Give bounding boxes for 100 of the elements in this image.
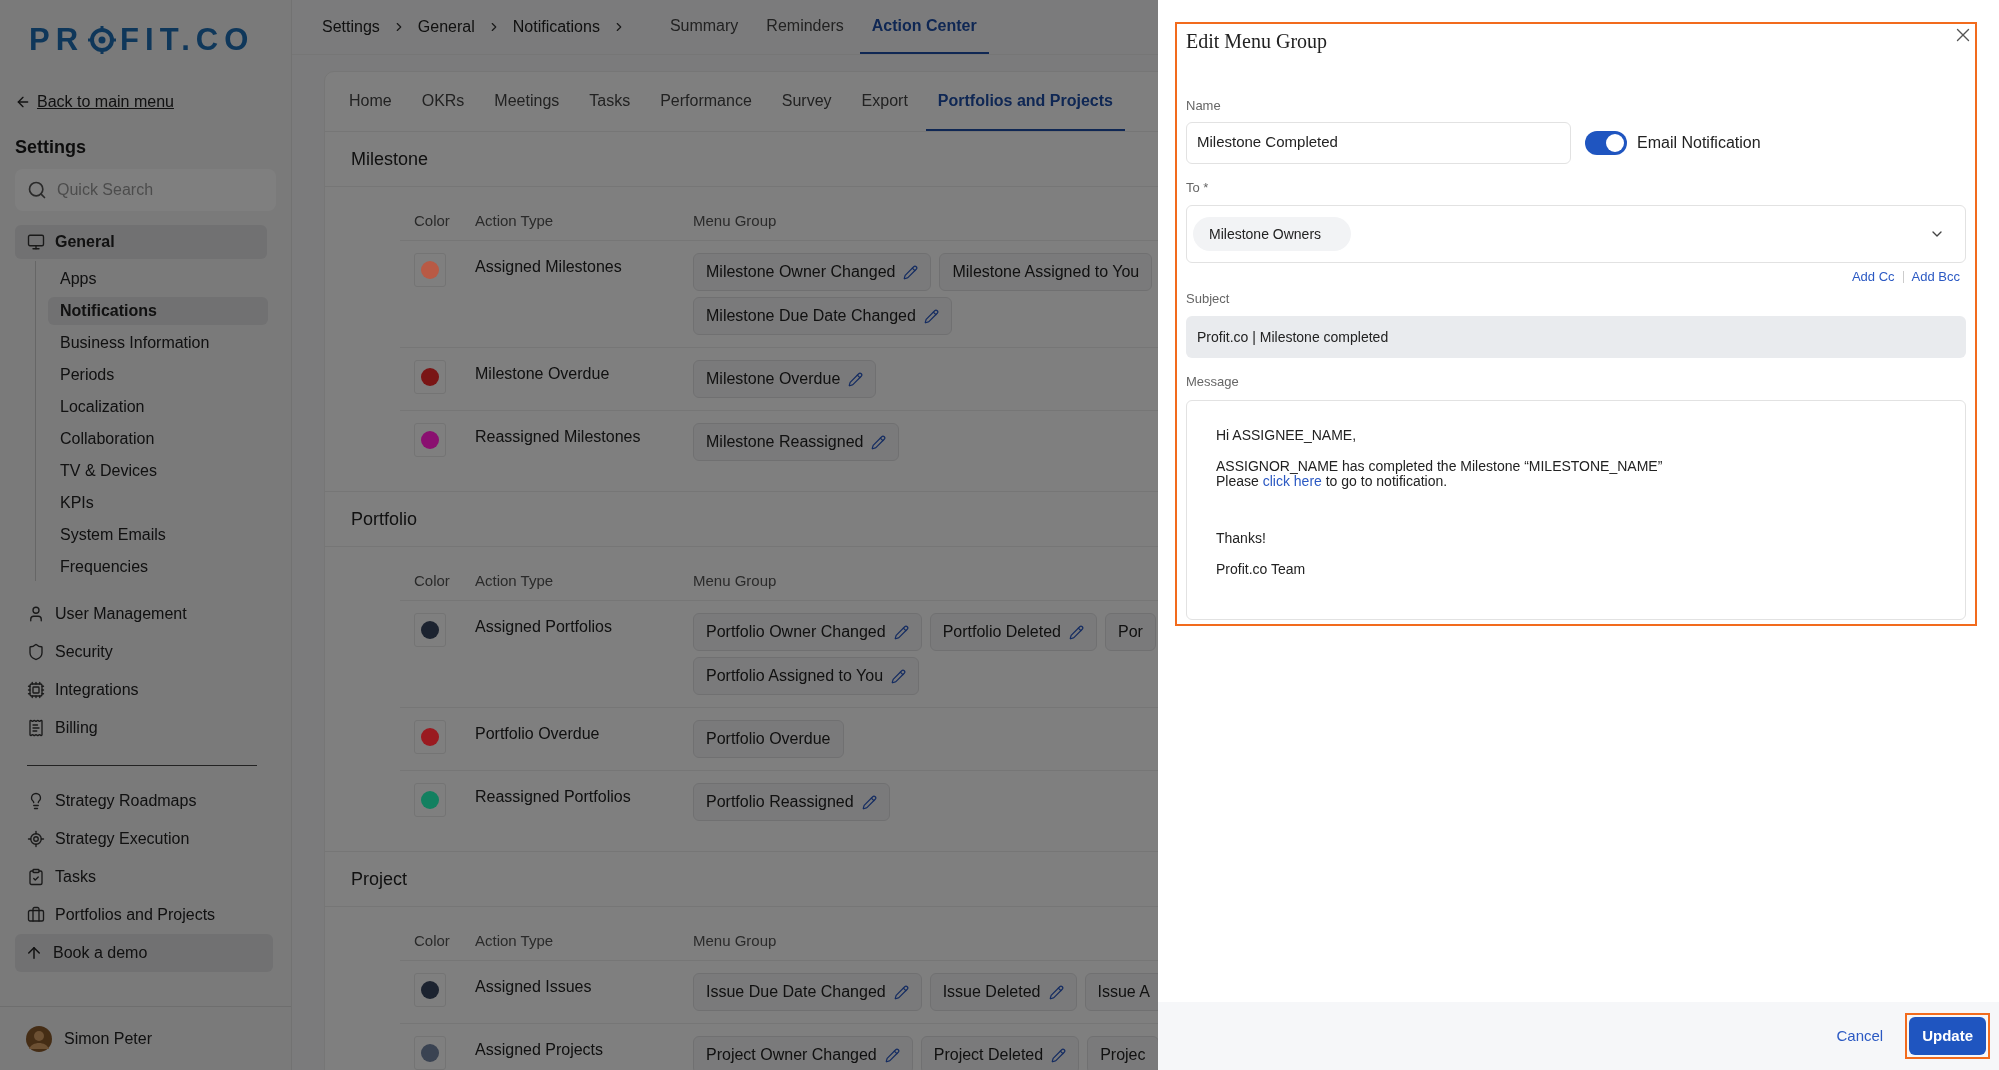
color-swatch[interactable] [414,613,446,647]
menu-group-tag[interactable]: Project Owner Changed [693,1036,913,1070]
action-type: Milestone Overdue [474,364,611,384]
pencil-icon[interactable] [1068,624,1084,640]
nav-subitem[interactable]: KPIs [48,489,268,517]
name-field[interactable]: Milestone Completed [1186,121,1571,164]
nav-subitem[interactable]: Collaboration [48,425,268,453]
breadcrumb-link[interactable]: Settings [322,15,380,39]
menu-group-label: Projec [1100,1045,1146,1065]
tab[interactable]: Performance [648,72,764,131]
color-swatch[interactable] [414,720,446,754]
action-type: Assigned Portfolios [474,617,613,637]
pencil-icon[interactable] [861,794,877,810]
breadcrumb-link[interactable]: General [417,15,475,39]
pencil-icon[interactable] [893,984,909,1000]
tab[interactable]: Summary [657,0,751,54]
menu-group-tag[interactable]: Portfolio Reassigned [693,783,890,821]
nav-item[interactable]: Integrations [15,673,267,707]
add-recipient-link[interactable]: Add Cc [1851,267,1895,287]
color-swatch[interactable] [414,253,446,287]
menu-group-tag[interactable]: Por [1104,613,1156,651]
nav-item[interactable]: Security [15,635,267,669]
pencil-icon[interactable] [923,308,939,324]
menu-group-tag[interactable]: Issue Deleted [929,973,1077,1011]
nav-item[interactable]: User Management [15,597,267,631]
menu-group-tag[interactable]: Issue Due Date Changed [693,973,922,1011]
update-button[interactable]: Update [1909,1017,1986,1055]
nav-item[interactable]: Strategy Execution [15,822,276,856]
menu-group-label: Milestone Assigned to You [952,262,1140,282]
menu-group-tag[interactable]: Milestone Due Date Changed [693,297,952,335]
menu-group-tag[interactable]: Portfolio Owner Changed [693,613,922,651]
color-swatch[interactable] [414,783,446,817]
tab[interactable]: Tasks [577,72,643,131]
menu-group-label: Issue A [1097,982,1150,1002]
tab[interactable]: Meetings [482,72,572,131]
add-recipient-link[interactable]: Add Bcc [1911,267,1960,287]
pencil-icon[interactable] [871,434,887,450]
nav-item[interactable]: General [15,225,267,259]
nav-item[interactable]: Billing [15,711,267,745]
menu-group-tag[interactable]: Portfolio Overdue [693,720,844,758]
nav-subitem[interactable]: Localization [48,393,268,421]
crosshair-icon [27,830,45,848]
message-text: ASSIGNOR_NAME has completed the Milestone “MILESTONE_NAME” [1216,458,1663,474]
pencil-icon[interactable] [1051,1047,1067,1063]
toggle-switch[interactable] [1585,130,1627,155]
nav-subitem[interactable]: Business Information [48,329,268,357]
tab[interactable]: Survey [769,72,844,131]
color-swatch[interactable] [414,1036,446,1070]
column-header: Color [413,571,451,592]
color-swatch[interactable] [414,423,446,457]
menu-group-label: Portfolio Overdue [706,729,831,749]
briefcase-icon [27,906,45,924]
pencil-icon[interactable] [1048,984,1064,1000]
recipients-select[interactable]: Milestone Owners [1186,205,1966,263]
menu-group-label: Milestone Due Date Changed [706,306,916,326]
menu-group-tag[interactable]: Portfolio Deleted [929,613,1097,651]
color-swatch[interactable] [414,360,446,394]
nav-subitem[interactable]: Frequencies [48,553,268,581]
nav-subitem[interactable]: System Emails [48,521,268,549]
pencil-icon[interactable] [893,624,909,640]
back-link[interactable]: Back to main menu [15,90,174,114]
nav-item[interactable]: Tasks [15,860,276,894]
menu-group-tag[interactable]: Project Deleted [920,1036,1080,1070]
menu-group-tag[interactable]: Milestone Overdue [693,360,877,398]
menu-group-tag[interactable]: Portfolio Assigned to You [693,657,920,695]
nav-subitem[interactable]: Apps [48,265,268,293]
nav-subitem[interactable]: Periods [48,361,268,389]
tab[interactable]: Reminders [754,0,856,54]
pencil-icon[interactable] [848,371,864,387]
tab[interactable]: Export [849,72,920,131]
pencil-icon[interactable] [891,668,907,684]
tab[interactable]: OKRs [409,72,477,131]
message-editor[interactable]: Hi ASSIGNEE_NAME, ASSIGNOR_NAME has completed the Milestone “MILESTONE_NAME” Please click here to go to notification. Thanks! Profit.co Team [1186,399,1966,620]
message-link[interactable]: click here [1262,472,1322,489]
tab[interactable]: Home [337,72,404,131]
subject-field[interactable]: Profit.co | Milestone completed [1186,316,1966,358]
target-logo-icon [88,26,117,54]
pencil-icon[interactable] [884,1047,900,1063]
menu-group-tag[interactable]: Issue A [1084,973,1158,1011]
menu-group-tag[interactable]: Milestone Assigned to You [939,253,1153,291]
nav-subitem[interactable]: TV & Devices [48,457,268,485]
color-swatch[interactable] [414,973,446,1007]
breadcrumb-link[interactable]: Notifications [512,15,600,39]
nav-item[interactable]: Portfolios and Projects [15,898,276,932]
column-header: Action Type [474,211,555,232]
nav-item[interactable]: Strategy Roadmaps [15,784,276,818]
pencil-icon[interactable] [903,264,919,280]
cancel-link[interactable]: Cancel [1836,1024,1884,1048]
menu-group-tag[interactable]: Projec [1087,1036,1158,1070]
menu-group-label: Portfolio Reassigned [706,792,854,812]
column-header: Action Type [474,931,555,952]
book-demo-button[interactable]: Book a demo [15,934,273,972]
menu-group-tag[interactable]: Milestone Owner Changed [693,253,932,291]
nav-subitem[interactable]: Notifications [48,297,268,325]
tab[interactable]: Action Center [859,0,989,54]
message-text: Thanks! [1216,530,1266,546]
action-type: Assigned Projects [474,1040,605,1060]
tab[interactable]: Portfolios and Projects [925,72,1125,131]
menu-group-tag[interactable]: Milestone Reassigned [693,423,900,461]
menu-group-label: Portfolio Assigned to You [706,666,884,686]
